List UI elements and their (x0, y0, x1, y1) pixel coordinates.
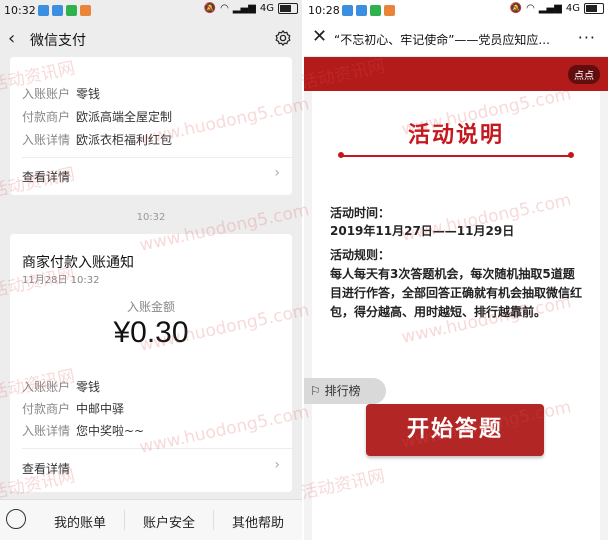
message-timestamp: 10:32 (136, 212, 166, 223)
quiz-activity-screen: 10:28 🔕 ◠ ▂▄▆ 4G ✕ “不忘初心、牢记使命”——党员应知应...… (304, 0, 608, 540)
title-underline (340, 155, 572, 157)
card-row-account: 入账账户 零钱 (22, 87, 101, 101)
dots-pill[interactable]: 点点 (568, 65, 600, 84)
amount-value: ¥0.30 (113, 316, 189, 349)
view-details-link[interactable]: 查看详情 (22, 460, 70, 477)
app-notification-icon (52, 5, 63, 16)
activity-time-value: 2019年11月27日——11月29日 (330, 224, 515, 238)
card-row-merchant: 付款商户 中邮中驿 (22, 402, 125, 416)
nav-bar: ‹ 微信支付 (0, 22, 302, 56)
wechat-notification-icon (370, 5, 381, 16)
underline-dot (568, 152, 574, 158)
card-row-detail: 入账详情 您中奖啦~~ (22, 424, 145, 438)
card-divider (22, 157, 292, 158)
more-icon[interactable]: ··· (578, 28, 596, 47)
card-divider (22, 448, 292, 449)
view-details-link[interactable]: 查看详情 (22, 168, 70, 185)
wechat-notification-icon (66, 5, 77, 16)
back-icon[interactable]: ‹ (8, 28, 15, 49)
payment-card-latest: 商家付款入账通知 11月28日 10:32 入账金额 ¥0.30 入账账户 零钱 … (10, 234, 292, 492)
nav-bar: ✕ “不忘初心、牢记使命”——党员应知应... ··· (304, 22, 608, 57)
network-type: 4G (565, 3, 580, 14)
payment-card-previous: 入账账户 零钱 付款商户 欧派高端全屋定制 入账详情 欧派衣柜福利红包 查看详情 › (10, 57, 292, 195)
page-title: 微信支付 (30, 33, 86, 49)
status-bar: 10:32 🔕 ◠ ▂▄▆ 4G (0, 0, 302, 22)
notice-title: 商家付款入账通知 (22, 255, 134, 271)
status-time: 10:28 (308, 4, 340, 17)
battery-icon (584, 3, 604, 14)
signal-icon: ▂▄▆ (538, 3, 562, 14)
card-row-detail: 入账详情 欧派衣柜福利红包 (22, 133, 173, 147)
mute-icon: 🔕 (509, 3, 523, 14)
gear-icon[interactable] (274, 29, 292, 47)
activity-rules-text: 每人每天有3次答题机会，每次随机抽取5道题目进行作答，全部回答正确就有机会抽取微… (330, 267, 583, 319)
amount-label: 入账金额 (126, 300, 175, 314)
app-notification-icon (342, 5, 353, 16)
bottom-menu: 我的账单 账户安全 其他帮助 (0, 499, 302, 540)
card-row-account: 入账账户 零钱 (22, 380, 101, 394)
app-notification-icon (38, 5, 49, 16)
leaderboard-button[interactable]: ⚐ 排行榜 (304, 378, 386, 404)
chevron-right-icon: › (274, 457, 280, 473)
battery-icon (278, 3, 298, 14)
activity-rules-label: 活动规则： (330, 248, 391, 262)
signal-icon: ▂▄▆ (232, 3, 256, 14)
status-bar: 10:28 🔕 ◠ ▂▄▆ 4G (304, 0, 608, 22)
notification-icons (342, 5, 395, 16)
app-notification-icon (384, 5, 395, 16)
close-icon[interactable]: ✕ (312, 26, 327, 47)
menu-divider (124, 510, 125, 530)
activity-panel: 活动说明 活动时间： 2019年11月27日——11月29日 活动规则： 每人每… (312, 91, 600, 540)
underline-dot (338, 152, 344, 158)
activity-title: 活动说明 (407, 123, 504, 148)
card-row-merchant: 付款商户 欧派高端全屋定制 (22, 110, 173, 124)
app-notification-icon (80, 5, 91, 16)
system-icons: 🔕 ◠ ▂▄▆ 4G (204, 3, 298, 14)
notice-datetime: 11月28日 10:32 (22, 275, 100, 286)
wechat-pay-screen: 10:32 🔕 ◠ ▂▄▆ 4G ‹ 微信支付 入账账户 零钱 付款商户 欧派高端全… (0, 0, 302, 540)
wifi-icon: ◠ (220, 3, 229, 14)
status-time: 10:32 (4, 4, 36, 17)
start-quiz-button[interactable]: 开始答题 (366, 404, 544, 456)
network-type: 4G (259, 3, 274, 14)
menu-divider (213, 510, 214, 530)
menu-my-bills[interactable]: 我的账单 (54, 512, 106, 531)
menu-account-security[interactable]: 账户安全 (143, 512, 195, 531)
wifi-icon: ◠ (526, 3, 535, 14)
header-banner: 点点 (304, 57, 608, 91)
keyboard-icon[interactable] (6, 509, 26, 529)
flag-icon: ⚐ (310, 384, 321, 398)
page-title: “不忘初心、牢记使命”——党员应知应... (334, 33, 550, 47)
notification-icons (38, 5, 91, 16)
activity-time-label: 活动时间： (330, 206, 391, 220)
menu-other-help[interactable]: 其他帮助 (232, 512, 284, 531)
app-notification-icon (356, 5, 367, 16)
mute-icon: 🔕 (203, 3, 217, 14)
chevron-right-icon: › (274, 165, 280, 181)
system-icons: 🔕 ◠ ▂▄▆ 4G (510, 3, 604, 14)
